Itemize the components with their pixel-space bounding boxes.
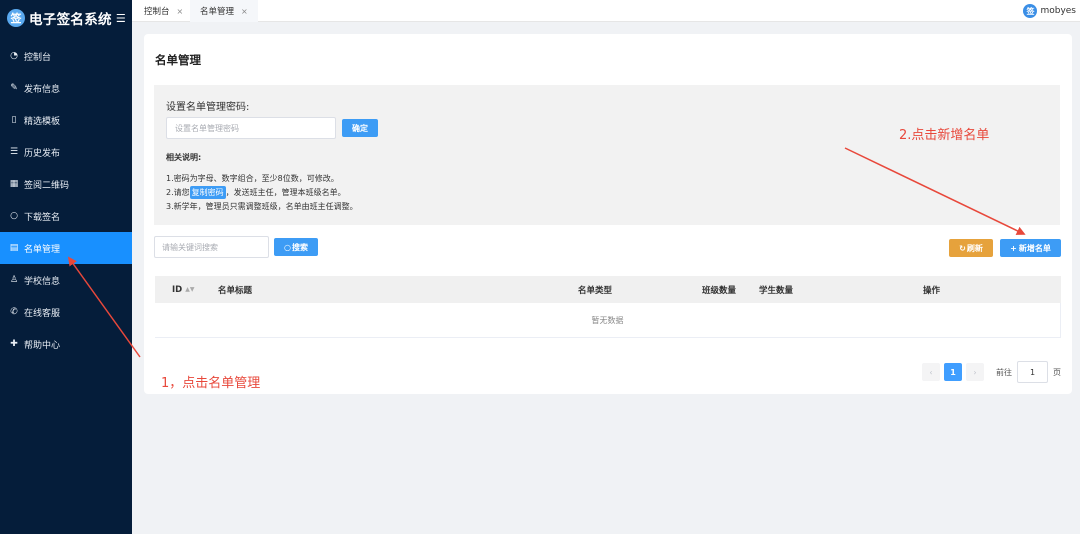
- dashboard-icon: ◔: [10, 51, 18, 61]
- sidebar-item-download[interactable]: ○ 下载签名: [0, 200, 132, 232]
- annotation-step-1: 1，点击名单管理: [161, 376, 261, 391]
- logo: 签: [7, 9, 25, 27]
- refresh-button[interactable]: ↻ 刷新: [949, 239, 993, 257]
- sidebar-item-publish[interactable]: ✎ 发布信息: [0, 72, 132, 104]
- qrcode-icon: ▦: [9, 179, 19, 189]
- copy-password-button[interactable]: 复制密码: [189, 186, 226, 199]
- goto-page-input[interactable]: 1: [1017, 361, 1048, 383]
- avatar: 签: [1023, 4, 1038, 18]
- goto-label: 前往: [996, 367, 1012, 377]
- tab-dashboard[interactable]: 控制台 ×: [134, 0, 193, 22]
- column-type: 名单类型: [578, 285, 613, 296]
- table-header: ID ▲▼ 名单标题 名单类型 班级数量 学生数量 操作: [155, 276, 1061, 303]
- sidebar-item-school-info[interactable]: ♙ 学校信息: [0, 264, 132, 296]
- tab-bar: 控制台 × 名单管理 × 签 mobyes: [132, 0, 1080, 22]
- page-unit: 页: [1053, 367, 1061, 377]
- menu-fold-icon[interactable]: ☰: [116, 12, 126, 25]
- edit-icon: ✎: [10, 83, 18, 93]
- wrench-icon: ✚: [10, 339, 18, 349]
- page-title: 名单管理: [155, 53, 201, 67]
- search-button-label: 搜索: [291, 242, 308, 252]
- password-panel: 设置名单管理密码: 确定 相关说明: 1.密码为字母、数字组合，至少8位数，可修…: [154, 85, 1060, 225]
- main-card: 名单管理 设置名单管理密码: 确定 相关说明: 1.密码为字母、数字组合，至少8…: [144, 34, 1072, 394]
- refresh-icon: ↻: [959, 243, 966, 253]
- sidebar-menu: ◔ 控制台 ✎ 发布信息 ▯ 精选模板 ☰ 历史发布 ▦ 签阅二维码 ○ 下载签名 ▤ 名单管…: [0, 40, 132, 360]
- annotation-step-2: 2.点击新增名单: [899, 128, 990, 143]
- sidebar-item-label: 发布信息: [24, 84, 61, 95]
- sidebar-item-history[interactable]: ☰ 历史发布: [0, 136, 132, 168]
- search-button[interactable]: ○ 搜索: [274, 238, 318, 256]
- plus-icon: +: [1010, 243, 1017, 253]
- user-icon: ♙: [9, 275, 19, 285]
- column-student-count: 学生数量: [759, 285, 794, 296]
- sidebar-item-label: 精选模板: [24, 116, 61, 127]
- tab-label: 控制台: [144, 7, 170, 17]
- sidebar-item-label: 学校信息: [24, 276, 61, 287]
- search-input[interactable]: [154, 236, 269, 258]
- user-menu[interactable]: 签 mobyes: [1023, 0, 1076, 22]
- app-title: 电子签名系统: [29, 12, 112, 28]
- sidebar: 签 电子签名系统 ☰ ◔ 控制台 ✎ 发布信息 ▯ 精选模板 ☰ 历史发布 ▦ 签阅二维码…: [0, 0, 132, 534]
- history-icon: ☰: [9, 147, 19, 157]
- note-line-3: 3.新学年，管理员只需调整班级，名单由班主任调整。: [166, 202, 358, 211]
- brand: 签 电子签名系统 ☰: [0, 0, 132, 36]
- next-page-button[interactable]: ›: [966, 363, 984, 381]
- sort-icon[interactable]: ▲▼: [185, 286, 194, 293]
- list-icon: ▤: [9, 243, 19, 253]
- sidebar-item-label: 名单管理: [24, 244, 61, 255]
- column-title: 名单标题: [218, 285, 253, 296]
- sidebar-item-label: 签阅二维码: [24, 180, 70, 191]
- sidebar-item-support[interactable]: ✆ 在线客服: [0, 296, 132, 328]
- sidebar-item-label: 帮助中心: [24, 340, 61, 351]
- username: mobyes: [1040, 6, 1076, 16]
- sidebar-item-label: 历史发布: [24, 148, 61, 159]
- note-line-1: 1.密码为字母、数字组合，至少8位数，可修改。: [166, 174, 339, 183]
- add-list-button[interactable]: + 新增名单: [1000, 239, 1061, 257]
- sidebar-item-list-management[interactable]: ▤ 名单管理: [0, 232, 132, 264]
- sidebar-item-label: 下载签名: [24, 212, 61, 223]
- column-id[interactable]: ID ▲▼: [172, 276, 194, 303]
- confirm-button[interactable]: 确定: [342, 119, 378, 137]
- sidebar-item-qrcode[interactable]: ▦ 签阅二维码: [0, 168, 132, 200]
- column-label: ID: [172, 284, 183, 295]
- sidebar-item-templates[interactable]: ▯ 精选模板: [0, 104, 132, 136]
- sidebar-item-help[interactable]: ✚ 帮助中心: [0, 328, 132, 360]
- refresh-button-label: 刷新: [966, 243, 983, 253]
- note-line-2-suffix: ，发送班主任，管理本班级名单。: [225, 188, 346, 197]
- password-input[interactable]: [166, 117, 336, 139]
- password-label: 设置名单管理密码:: [166, 102, 250, 113]
- column-actions: 操作: [923, 285, 941, 296]
- search-icon: ○: [284, 242, 291, 252]
- close-icon[interactable]: ×: [241, 7, 248, 16]
- tab-label: 名单管理: [200, 7, 235, 17]
- add-list-button-label: 新增名单: [1018, 243, 1051, 253]
- prev-page-button[interactable]: ‹: [922, 363, 940, 381]
- page-number[interactable]: 1: [944, 363, 962, 381]
- sidebar-item-label: 在线客服: [24, 308, 61, 319]
- sidebar-item-dashboard[interactable]: ◔ 控制台: [0, 40, 132, 72]
- template-icon: ▯: [11, 115, 17, 125]
- note-line-2-prefix: 2.请您: [166, 188, 190, 197]
- column-class-count: 班级数量: [702, 285, 737, 296]
- table-body: 暂无数据: [155, 303, 1061, 338]
- note-line-2: 2.请您 复制密码 ，发送班主任，管理本班级名单。: [166, 186, 346, 199]
- sidebar-item-label: 控制台: [24, 52, 52, 63]
- notes-title: 相关说明:: [166, 153, 202, 162]
- tab-list-management[interactable]: 名单管理 ×: [190, 0, 258, 22]
- download-icon: ○: [10, 211, 18, 221]
- phone-icon: ✆: [10, 307, 18, 317]
- close-icon[interactable]: ×: [177, 7, 184, 16]
- empty-text: 暂无数据: [591, 316, 624, 325]
